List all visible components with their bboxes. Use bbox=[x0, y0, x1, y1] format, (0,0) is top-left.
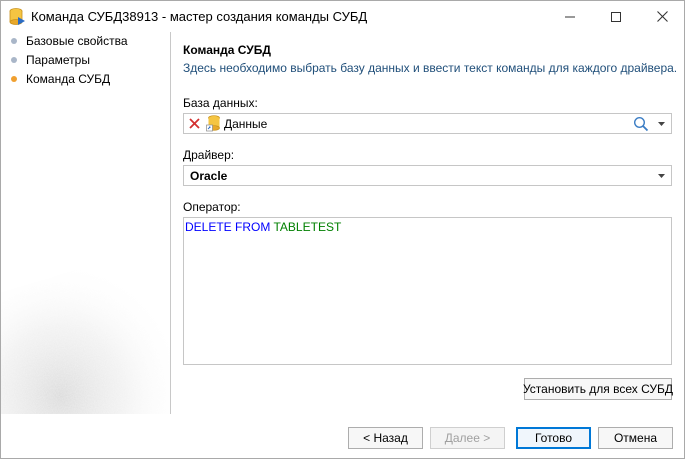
decorative-texture bbox=[1, 232, 170, 414]
search-icon[interactable] bbox=[633, 116, 649, 132]
database-value: Данные bbox=[224, 117, 268, 131]
window-title: Команда СУБД38913 - мастер создания кома… bbox=[31, 9, 368, 24]
database-label: База данных: bbox=[183, 96, 258, 110]
wizard-steps-panel: Базовые свойства Параметры Команда СУБД bbox=[1, 32, 171, 414]
chevron-down-icon bbox=[657, 173, 665, 178]
step-basic-properties[interactable]: Базовые свойства bbox=[11, 32, 128, 50]
finish-button[interactable]: Готово bbox=[516, 427, 591, 449]
operator-label: Оператор: bbox=[183, 200, 241, 214]
database-dropdown-button[interactable] bbox=[651, 114, 671, 133]
step-dot-active bbox=[11, 76, 17, 82]
step-parameters[interactable]: Параметры bbox=[11, 51, 90, 69]
step-label: Параметры bbox=[26, 53, 90, 67]
database-icon bbox=[206, 115, 220, 132]
minimize-button[interactable] bbox=[547, 1, 593, 32]
clear-icon[interactable] bbox=[188, 117, 201, 130]
next-button-disabled[interactable]: Далее > bbox=[430, 427, 505, 449]
close-icon bbox=[656, 11, 668, 22]
step-label: Базовые свойства bbox=[26, 34, 128, 48]
step-content: Команда СУБД Здесь необходимо выбрать ба… bbox=[172, 32, 684, 414]
title-bar: Команда СУБД38913 - мастер создания кома… bbox=[1, 1, 684, 32]
page-title: Команда СУБД bbox=[183, 43, 271, 57]
step-dbms-command[interactable]: Команда СУБД bbox=[11, 70, 110, 88]
step-dot bbox=[11, 38, 17, 44]
maximize-icon bbox=[611, 11, 621, 22]
maximize-button[interactable] bbox=[593, 1, 639, 32]
operator-editor[interactable]: DELETE FROM TABLETEST bbox=[183, 217, 672, 365]
sql-keyword: DELETE bbox=[185, 220, 232, 234]
database-command-icon bbox=[9, 8, 25, 25]
page-description: Здесь необходимо выбрать базу данных и в… bbox=[183, 61, 678, 75]
back-button[interactable]: < Назад bbox=[348, 427, 423, 449]
step-dot bbox=[11, 57, 17, 63]
driver-label: Драйвер: bbox=[183, 148, 235, 162]
cancel-button[interactable]: Отмена bbox=[598, 427, 673, 449]
wizard-window: Команда СУБД38913 - мастер создания кома… bbox=[0, 0, 685, 459]
database-selector[interactable]: Данные bbox=[183, 113, 672, 134]
driver-select[interactable]: Oracle bbox=[183, 165, 672, 186]
wizard-footer: < Назад Далее > Готово Отмена bbox=[1, 414, 684, 458]
driver-value: Oracle bbox=[190, 169, 228, 183]
sql-identifier: TABLETEST bbox=[273, 220, 342, 234]
step-label: Команда СУБД bbox=[26, 72, 111, 86]
minimize-icon bbox=[565, 16, 575, 17]
sql-keyword: FROM bbox=[235, 220, 271, 234]
chevron-down-icon bbox=[657, 121, 665, 126]
driver-dropdown-button[interactable] bbox=[651, 166, 671, 185]
close-button[interactable] bbox=[639, 1, 684, 32]
apply-to-all-dbms-button[interactable]: Установить для всех СУБД bbox=[523, 378, 673, 400]
